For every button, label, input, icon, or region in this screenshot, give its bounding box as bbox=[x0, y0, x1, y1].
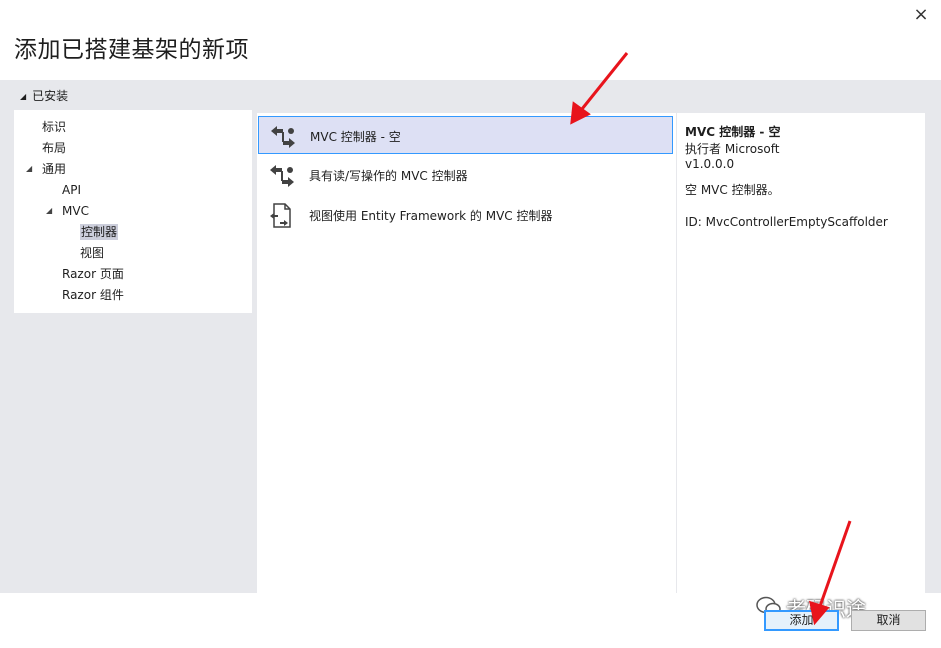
tree-item-layout[interactable]: 布局 bbox=[42, 139, 66, 157]
add-button[interactable]: 添加 bbox=[764, 610, 839, 631]
detail-name: MVC 控制器 - 空 bbox=[685, 125, 781, 139]
tree-item-mvc[interactable]: ◢ MVC bbox=[46, 202, 89, 220]
dialog-title: 添加已搭建基架的新项 bbox=[14, 37, 249, 63]
collapse-triangle-icon[interactable]: ◢ bbox=[20, 92, 26, 101]
installed-header[interactable]: ◢ 已安装 bbox=[20, 87, 68, 104]
tree-item-controller[interactable]: 控制器 bbox=[80, 223, 119, 241]
detail-description: 空 MVC 控制器。 bbox=[685, 183, 780, 197]
detail-id: ID: MvcControllerEmptyScaffolder bbox=[685, 215, 888, 229]
template-label: 具有读/写操作的 MVC 控制器 bbox=[309, 169, 468, 183]
template-item-mvc-readwrite[interactable]: 具有读/写操作的 MVC 控制器 bbox=[258, 156, 673, 194]
cancel-button[interactable]: 取消 bbox=[851, 610, 926, 631]
close-button[interactable]: × bbox=[909, 4, 933, 26]
controller-icon bbox=[268, 163, 296, 189]
template-item-mvc-empty[interactable]: MVC 控制器 - 空 bbox=[258, 116, 673, 154]
detail-version: v1.0.0.0 bbox=[685, 157, 735, 171]
detail-author: 执行者 Microsoft bbox=[685, 142, 780, 156]
installed-label: 已安装 bbox=[32, 89, 69, 103]
template-list: MVC 控制器 - 空 具有读/写操作的 MVC 控制器 视图使用 Entity… bbox=[257, 113, 676, 593]
details-panel: MVC 控制器 - 空 执行者 Microsoft v1.0.0.0 空 MVC… bbox=[677, 113, 925, 593]
expanded-triangle-icon[interactable]: ◢ bbox=[26, 160, 32, 178]
expanded-triangle-icon[interactable]: ◢ bbox=[46, 202, 52, 220]
template-label: MVC 控制器 - 空 bbox=[310, 130, 401, 144]
template-label: 视图使用 Entity Framework 的 MVC 控制器 bbox=[309, 209, 553, 223]
tree-item-razor-components[interactable]: Razor 组件 bbox=[62, 286, 124, 304]
scaffold-document-icon bbox=[268, 203, 296, 229]
tree-item-razor-pages[interactable]: Razor 页面 bbox=[62, 265, 124, 283]
template-item-mvc-ef[interactable]: 视图使用 Entity Framework 的 MVC 控制器 bbox=[258, 196, 673, 234]
tree-item-common[interactable]: ◢ 通用 bbox=[26, 160, 66, 178]
controller-icon bbox=[269, 124, 297, 150]
tree-item-identity[interactable]: 标识 bbox=[42, 118, 66, 136]
tree-item-api[interactable]: API bbox=[62, 181, 81, 199]
tree-item-view[interactable]: 视图 bbox=[80, 244, 104, 262]
category-tree: 标识 布局 ◢ 通用 API ◢ MVC 控制器 视图 Razor 页面 Raz… bbox=[14, 110, 252, 313]
